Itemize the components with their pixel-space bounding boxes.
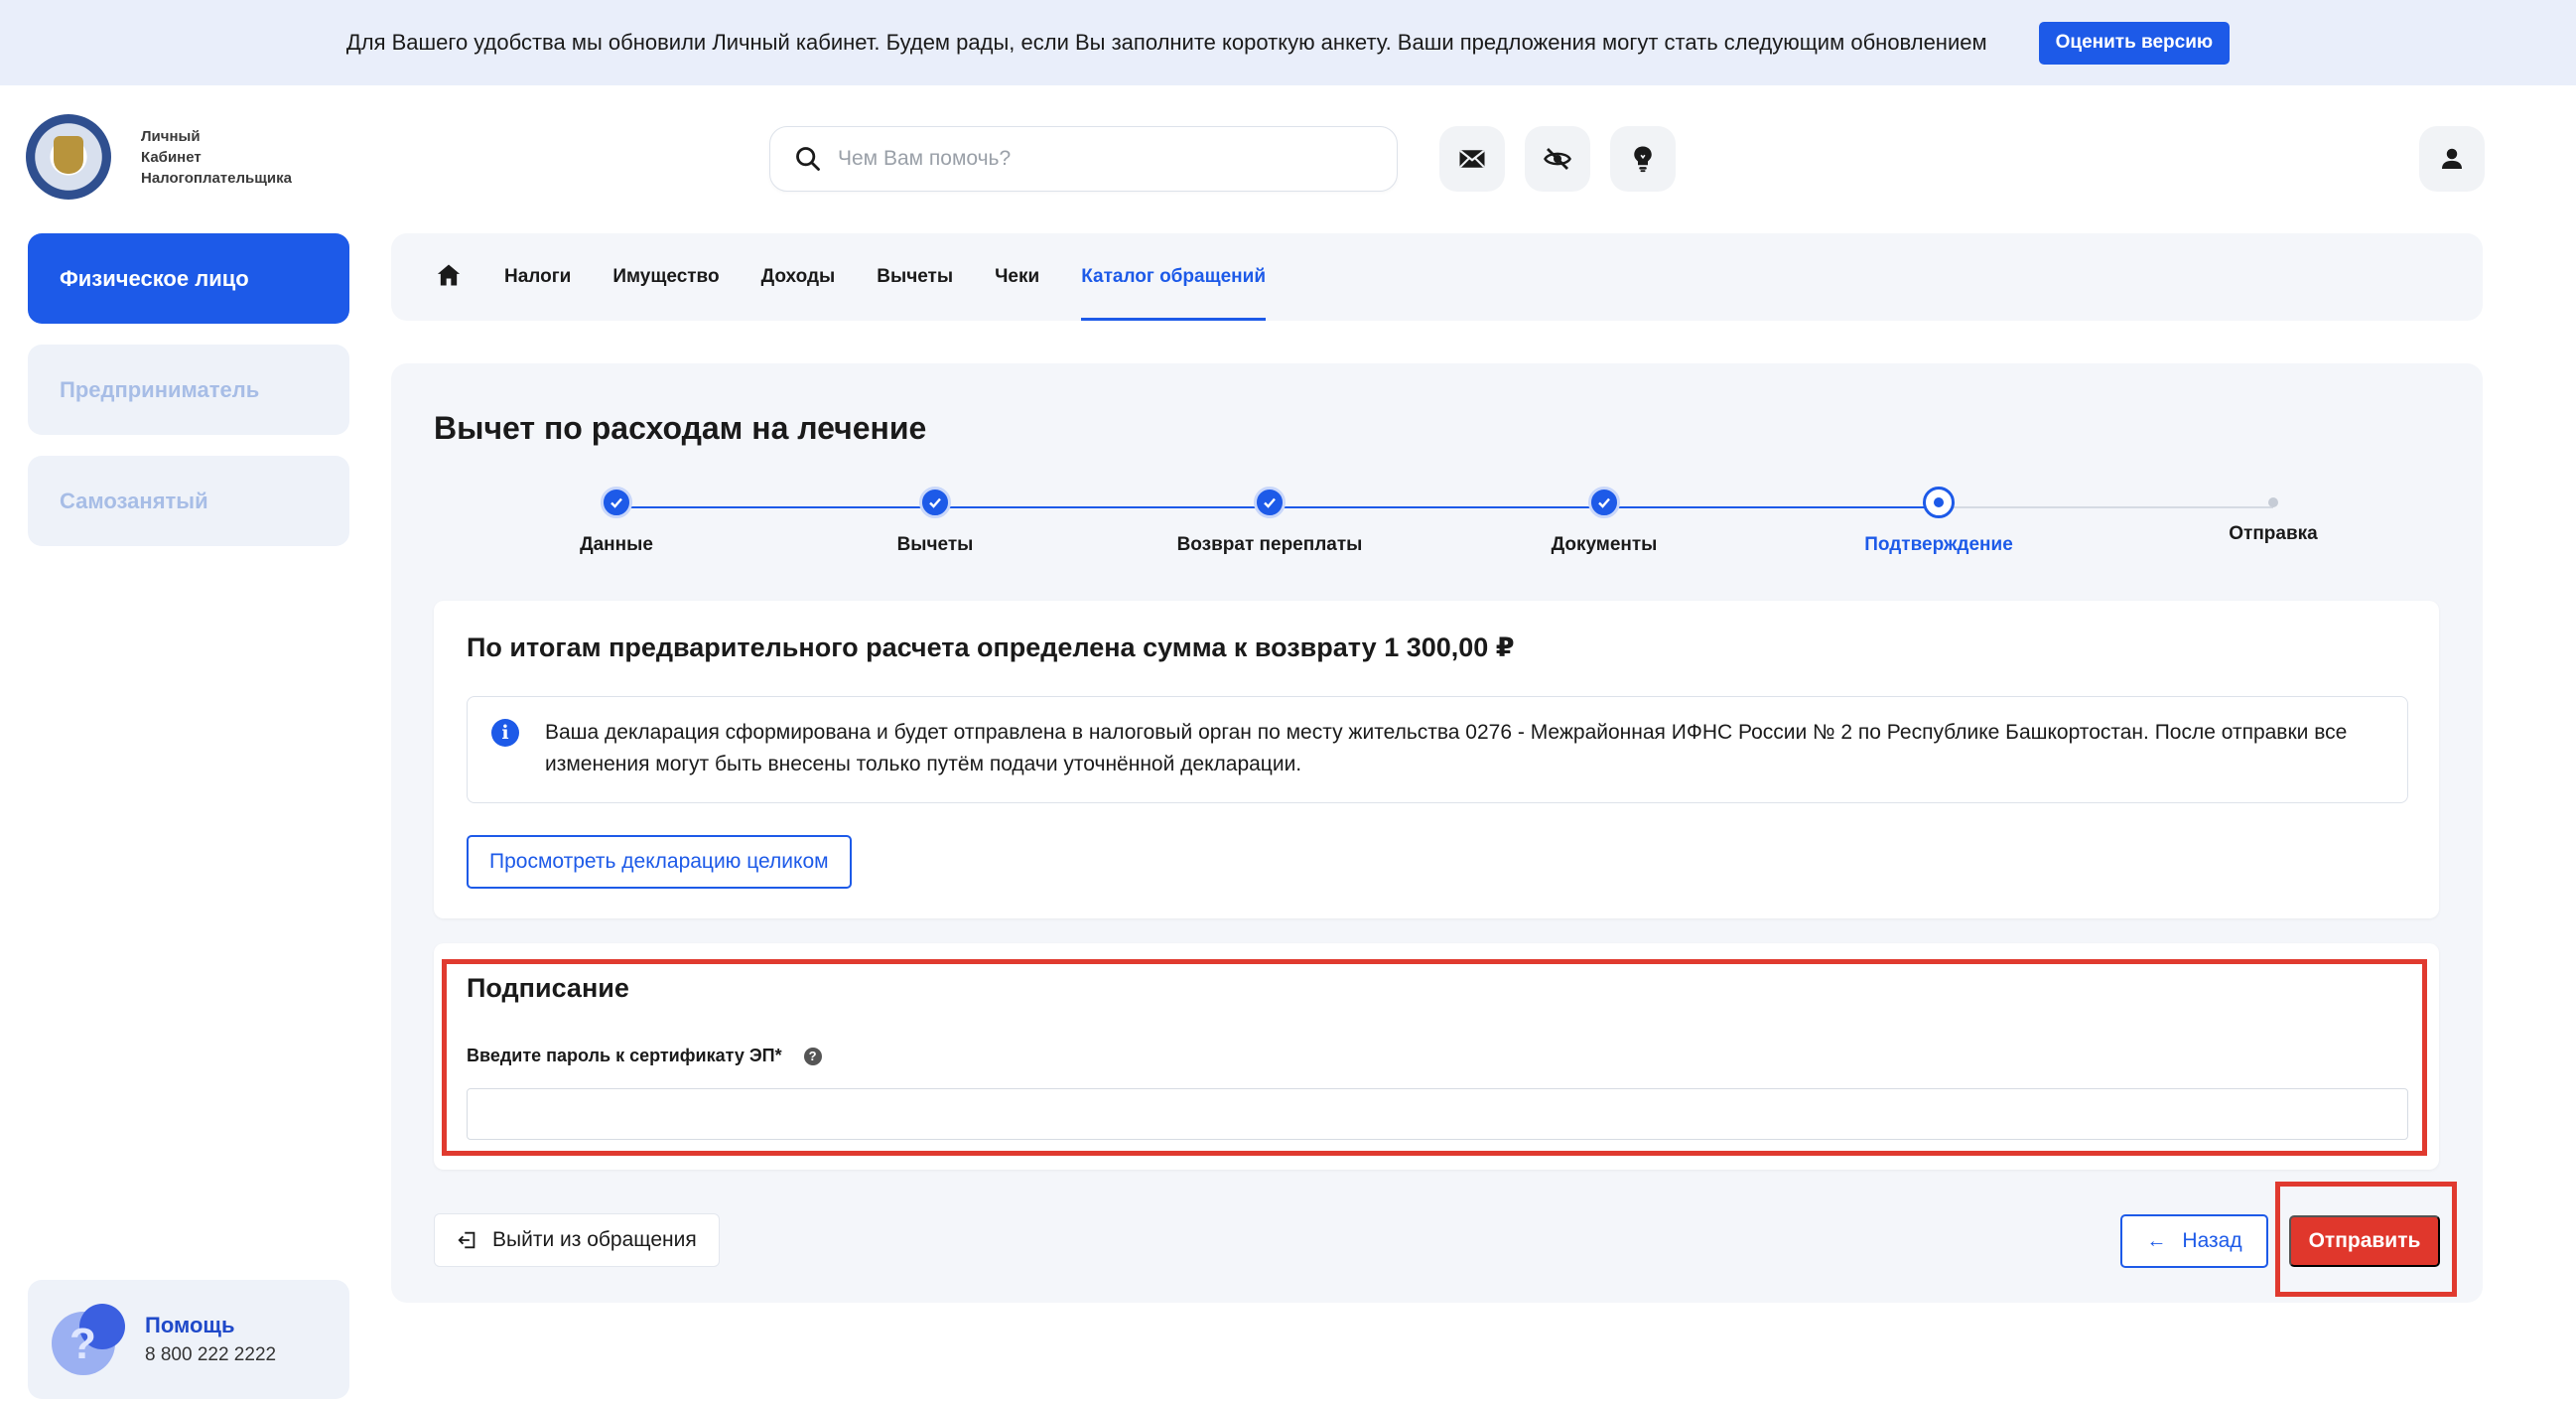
- step-sending: Отправка: [2154, 487, 2392, 545]
- current-step-icon: [1923, 487, 1955, 518]
- info-icon: i: [491, 719, 519, 747]
- view-declaration-button[interactable]: Просмотреть декларацию целиком: [467, 835, 852, 889]
- tab-taxes[interactable]: Налоги: [504, 233, 571, 321]
- logo-line-1: Личный: [141, 127, 201, 145]
- envelope-icon: [1459, 149, 1485, 168]
- main-nav: Налоги Имущество Доходы Вычеты Чеки Ката…: [391, 233, 2483, 321]
- sidebar-item-entrepreneur[interactable]: Предприниматель: [28, 345, 349, 435]
- exit-request-button[interactable]: Выйти из обращения: [434, 1213, 720, 1267]
- certificate-password-input[interactable]: [467, 1088, 2408, 1140]
- step-label: Вычеты: [896, 534, 974, 555]
- logo-line-3: Налогоплательщика: [141, 169, 292, 187]
- signing-card: Подписание Введите пароль к сертификату …: [434, 943, 2439, 1170]
- exit-icon: [458, 1231, 475, 1249]
- logo-text: Личный Кабинет Налогоплательщика: [141, 126, 292, 189]
- step-confirmation: Подтверждение: [1820, 487, 2058, 556]
- info-notice: i Ваша декларация сформирована и будет о…: [467, 696, 2408, 803]
- fns-emblem-icon: [26, 114, 111, 200]
- send-button[interactable]: Отправить: [2289, 1215, 2440, 1267]
- search-box[interactable]: [769, 126, 1398, 192]
- password-label: Введите пароль к сертификату ЭП* ?: [467, 1046, 822, 1066]
- ideas-button[interactable]: [1610, 126, 1676, 192]
- visually-impaired-button[interactable]: [1525, 126, 1590, 192]
- back-button[interactable]: ← Назад: [2120, 1214, 2268, 1268]
- info-notice-text: Ваша декларация сформирована и будет отп…: [545, 721, 2348, 775]
- step-label: Документы: [1551, 534, 1658, 555]
- sidebar-item-individual[interactable]: Физическое лицо: [28, 233, 349, 324]
- step-documents: Документы: [1485, 487, 1723, 556]
- banner-text: Для Вашего удобства мы обновили Личный к…: [345, 30, 1987, 55]
- step-data: Данные: [497, 487, 736, 556]
- lightbulb-icon: [1634, 146, 1652, 173]
- search-icon: [796, 147, 820, 171]
- back-label: Назад: [2182, 1229, 2242, 1252]
- step-deductions: Вычеты: [816, 487, 1054, 556]
- home-tab[interactable]: [435, 261, 463, 294]
- tab-deductions[interactable]: Вычеты: [877, 233, 953, 321]
- logo-line-2: Кабинет: [141, 148, 202, 166]
- refund-summary-title: По итогам предварительного расчета опред…: [467, 632, 1515, 662]
- check-icon: [1254, 487, 1286, 518]
- search-input[interactable]: [838, 147, 1354, 171]
- check-icon: [1588, 487, 1620, 518]
- signing-title: Подписание: [467, 973, 629, 1003]
- help-phone: 8 800 222 2222: [145, 1344, 277, 1365]
- eye-off-icon: [1544, 148, 1571, 170]
- progress-stepper: Данные Вычеты Возврат переплаты Документ…: [434, 487, 2439, 566]
- profile-button[interactable]: [2419, 126, 2485, 192]
- exit-request-label: Выйти из обращения: [492, 1228, 697, 1251]
- step-overpayment-refund: Возврат переплаты: [1151, 487, 1389, 556]
- user-icon: [2442, 148, 2462, 169]
- home-icon: [437, 264, 461, 285]
- messages-button[interactable]: [1439, 126, 1505, 192]
- logo[interactable]: Личный Кабинет Налогоплательщика: [26, 114, 292, 200]
- check-icon: [601, 487, 632, 518]
- step-label: Возврат переплаты: [1176, 534, 1363, 555]
- feedback-banner: Для Вашего удобства мы обновили Личный к…: [0, 0, 2576, 85]
- tab-property[interactable]: Имущество: [612, 233, 719, 321]
- refund-summary-card: По итогам предварительного расчета опред…: [434, 601, 2439, 918]
- step-label: Данные: [580, 534, 653, 555]
- rate-version-button[interactable]: Оценить версию: [2038, 21, 2231, 65]
- step-label: Подтверждение: [1864, 534, 2013, 555]
- question-icon[interactable]: ?: [803, 1047, 822, 1065]
- password-label-text: Введите пароль к сертификату ЭП*: [467, 1046, 782, 1065]
- help-icon: ?: [52, 1304, 125, 1375]
- tab-requests-catalog[interactable]: Каталог обращений: [1081, 233, 1266, 321]
- sidebar-item-self-employed[interactable]: Самозанятый: [28, 456, 349, 546]
- help-title: Помощь: [145, 1313, 235, 1337]
- arrow-left-icon: ←: [2146, 1229, 2167, 1252]
- page-title: Вычет по расходам на лечение: [434, 410, 927, 446]
- tab-income[interactable]: Доходы: [761, 233, 836, 321]
- pending-step-icon: [2268, 497, 2278, 507]
- help-widget[interactable]: ? Помощь 8 800 222 2222: [28, 1280, 349, 1399]
- check-icon: [919, 487, 951, 518]
- tab-receipts[interactable]: Чеки: [995, 233, 1039, 321]
- step-label: Отправка: [2229, 523, 2318, 544]
